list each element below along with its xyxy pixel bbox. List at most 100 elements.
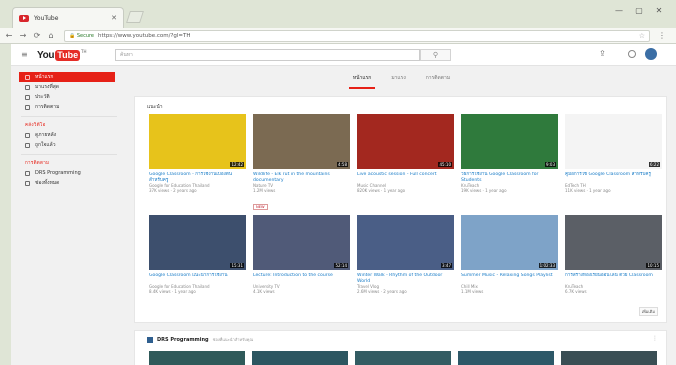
- guide-menu-icon[interactable]: ≡: [21, 51, 28, 59]
- youtube-page: ≡ You Tube TH ค้นหา ⚲ ⇪ หน้าแรก มาแรงที่…: [11, 44, 676, 365]
- sidebar-item-trending[interactable]: มาแรงที่สุด: [11, 82, 127, 92]
- video-card[interactable]: 10:15 การสร้างห้องเรียนออนไลน์ ด้วย Class…: [565, 215, 662, 294]
- video-thumbnail[interactable]: 15:31: [149, 215, 246, 270]
- youtube-logo[interactable]: You Tube TH: [37, 49, 87, 61]
- sidebar-item-browse-channels[interactable]: ช่องทั้งหมด: [11, 178, 127, 188]
- video-duration: 52:14: [334, 263, 348, 268]
- video-meta: 8.4K views · 1 year ago: [149, 289, 196, 294]
- video-title[interactable]: คู่มือการใช้ Google Classroom สำหรับครู: [565, 172, 662, 183]
- trending-icon: [25, 84, 30, 90]
- masthead: ≡ You Tube TH ค้นหา ⚲ ⇪: [11, 44, 676, 66]
- forward-button[interactable]: →: [18, 31, 28, 41]
- sidebar-item-history[interactable]: ประวัติ: [11, 92, 127, 102]
- video-thumbnail[interactable]: 4:58: [253, 114, 350, 169]
- shelf-menu-icon[interactable]: ⋮: [652, 335, 658, 342]
- sidebar-item-label: ช่องทั้งหมด: [35, 180, 60, 186]
- video-card[interactable]: 15:31 Google Classroom แนะนำการใช้งาน Goog…: [149, 215, 246, 294]
- feed-tabs: หน้าแรก มาแรง การติดตาม: [127, 67, 676, 89]
- video-title[interactable]: Winter Walk - Rhythm of the Outdoor Worl…: [357, 273, 454, 284]
- video-thumbnail[interactable]: [561, 351, 657, 365]
- video-title[interactable]: Google Classroom แนะนำการใช้งาน: [149, 273, 246, 284]
- search-input[interactable]: ค้นหา: [115, 49, 420, 61]
- sidebar-item-label: ถูกใจแล้ว: [35, 142, 56, 148]
- youtube-favicon-icon: [19, 14, 29, 22]
- show-more-button[interactable]: เพิ่มเติม: [638, 307, 658, 316]
- video-thumbnail[interactable]: [355, 351, 451, 365]
- address-bar[interactable]: 🔒 Secure https://www.youtube.com/?gl=TH …: [64, 30, 650, 42]
- video-card[interactable]: 45:10 Live acoustic session - Full concer…: [357, 114, 454, 212]
- video-thumbnail[interactable]: 1:02:33: [461, 215, 558, 270]
- avatar[interactable]: [645, 48, 657, 60]
- tab-subscriptions[interactable]: การติดตาม: [422, 67, 454, 89]
- video-title[interactable]: Lecture: Introduction to the course: [253, 273, 350, 284]
- video-title[interactable]: Google Classroom - การใช้งานเบื้องต้น สำ…: [149, 172, 246, 183]
- tab-trending[interactable]: มาแรง: [387, 67, 409, 89]
- tab-home[interactable]: หน้าแรก: [348, 67, 376, 89]
- video-duration: 4:58: [337, 162, 348, 167]
- shelf-title[interactable]: แนะนำ: [147, 103, 163, 111]
- sidebar-item-label: การติดตาม: [35, 104, 60, 110]
- browser-tab[interactable]: YouTube ✕: [12, 7, 124, 28]
- video-thumbnail[interactable]: 6:22: [565, 114, 662, 169]
- browser-toolbar: ← → ⟳ ⌂ 🔒 Secure https://www.youtube.com…: [0, 28, 676, 44]
- browser-menu-icon[interactable]: ⋮: [658, 31, 666, 40]
- logo-text-tube: Tube: [55, 49, 81, 61]
- video-card[interactable]: 4:58 Wildlife - Elk rut in the mountains …: [253, 114, 350, 212]
- video-duration: 9:03: [545, 162, 556, 167]
- sidebar-item-subscriptions[interactable]: การติดตาม: [11, 102, 127, 112]
- back-button[interactable]: ←: [4, 31, 14, 41]
- sidebar-item-home[interactable]: หน้าแรก: [19, 72, 115, 82]
- new-tab-button[interactable]: [126, 11, 144, 23]
- sidebar-item-liked[interactable]: ถูกใจแล้ว: [11, 140, 127, 150]
- new-badge: NEW: [253, 204, 268, 210]
- video-meta: 19K views · 1 year ago: [461, 188, 507, 193]
- close-window-button[interactable]: ✕: [652, 6, 666, 15]
- bookmark-star-icon[interactable]: ☆: [639, 32, 645, 40]
- logo-region: TH: [81, 49, 87, 54]
- video-card[interactable]: 9:03 วิธีการใช้งาน Google Classroom for S…: [461, 114, 558, 212]
- home-button[interactable]: ⌂: [46, 31, 56, 41]
- video-title[interactable]: Summer Music - Relaxing Songs Playlist: [461, 273, 558, 284]
- video-title[interactable]: วิธีการใช้งาน Google Classroom for Stude…: [461, 172, 558, 183]
- minimize-button[interactable]: —: [612, 6, 626, 15]
- maximize-button[interactable]: ▢: [632, 6, 646, 15]
- video-card[interactable]: 1:02:33 Summer Music - Relaxing Songs Pla…: [461, 215, 558, 294]
- video-thumbnail[interactable]: 3:47: [357, 215, 454, 270]
- video-grid-row-2: 15:31 Google Classroom แนะนำการใช้งาน Goog…: [149, 215, 662, 294]
- video-title[interactable]: Live acoustic session - Full concert: [357, 172, 454, 183]
- library-heading[interactable]: คลังวิดีโอ: [11, 121, 127, 130]
- search-button[interactable]: ⚲: [420, 49, 451, 61]
- subscriptions-heading[interactable]: การติดตาม: [11, 159, 127, 168]
- reload-button[interactable]: ⟳: [32, 31, 42, 41]
- tab-close-icon[interactable]: ✕: [111, 14, 117, 22]
- shelf-title[interactable]: DRS Programming: [157, 337, 209, 343]
- video-card[interactable]: 12:42 Google Classroom - การใช้งานเบื้องต…: [149, 114, 246, 212]
- logo-text-you: You: [37, 49, 55, 61]
- sidebar-item-drs-programming[interactable]: DRS Programming: [11, 168, 127, 178]
- video-thumbnail[interactable]: [252, 351, 348, 365]
- video-title[interactable]: Wildlife - Elk rut in the mountains docu…: [253, 172, 350, 183]
- video-card[interactable]: 6:22 คู่มือการใช้ Google Classroom สำหรับ…: [565, 114, 662, 212]
- video-thumbnail[interactable]: [458, 351, 554, 365]
- secure-indicator[interactable]: 🔒 Secure: [69, 33, 94, 39]
- video-thumbnail[interactable]: 45:10: [357, 114, 454, 169]
- liked-icon: [25, 142, 30, 148]
- video-duration: 15:31: [230, 263, 244, 268]
- channel-avatar[interactable]: [147, 336, 153, 343]
- sidebar-item-label: DRS Programming: [35, 170, 81, 176]
- video-title[interactable]: การสร้างห้องเรียนออนไลน์ ด้วย Classroom: [565, 273, 662, 284]
- video-thumbnail[interactable]: 9:03: [461, 114, 558, 169]
- video-duration: 45:10: [438, 162, 452, 167]
- subscriptions-icon: [25, 104, 30, 110]
- video-thumbnail[interactable]: [149, 351, 245, 365]
- video-thumbnail[interactable]: 52:14: [253, 215, 350, 270]
- video-card[interactable]: 3:47 Winter Walk - Rhythm of the Outdoor …: [357, 215, 454, 294]
- video-thumbnail[interactable]: 10:15: [565, 215, 662, 270]
- video-thumbnail[interactable]: 12:42: [149, 114, 246, 169]
- notifications-icon[interactable]: [628, 50, 636, 58]
- sidebar-item-watch-later[interactable]: ดูภายหลัง: [11, 130, 127, 140]
- upload-icon[interactable]: ⇪: [599, 49, 606, 58]
- video-card[interactable]: 52:14 Lecture: Introduction to the course…: [253, 215, 350, 294]
- tab-title: YouTube: [34, 14, 59, 22]
- url-text[interactable]: https://www.youtube.com/?gl=TH: [98, 33, 190, 39]
